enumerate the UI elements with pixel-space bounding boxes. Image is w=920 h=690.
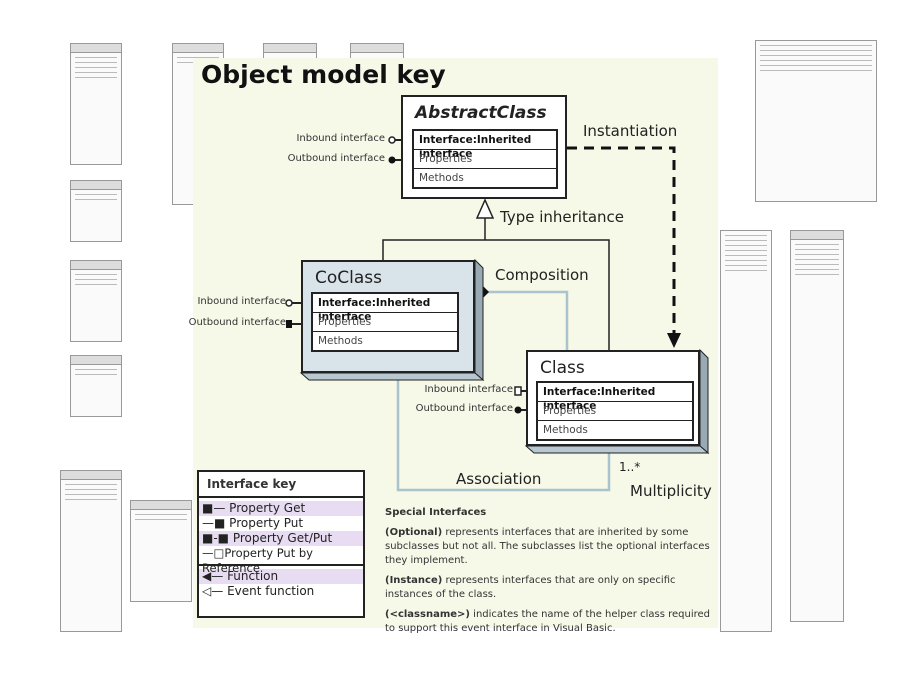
composition-line [487,290,569,350]
multiplicity-value: 1..* [619,460,641,474]
type-inheritance-label: Type inheritance [500,208,625,226]
inbound-interface-label: Inbound interface [296,133,385,144]
key-item-event-function: ◁— Event function [199,584,363,599]
inbound-interface-icon [388,136,396,144]
instance-term: (Instance) [385,575,443,586]
interface-row: Interface:Inherited interface [313,294,457,323]
special-interfaces-notes: Special Interfaces (Optional) represents… [385,506,715,642]
key-item-label: Function [227,569,279,583]
key-item-property-put: —■ Property Put [199,516,363,531]
interface-key-box: Interface key ■— Property Get —■ Propert… [197,470,365,618]
special-interfaces-title: Special Interfaces [385,507,487,518]
interface-row: Interface:Inherited interface [414,131,556,160]
properties-row: Properties [538,402,692,421]
composition-label: Composition [495,266,589,284]
interface-key-title: Interface key [199,472,363,498]
coclass-bevel [474,258,484,382]
outbound-interface-label: Outbound interface [415,403,513,414]
classname-term: (<classname>) [385,609,470,620]
multiplicity-label: Multiplicity [630,482,712,500]
methods-row: Methods [543,424,588,436]
coclass-members: Interface:Inherited interface Properties… [311,292,459,352]
outbound-interface-label: Outbound interface [287,153,385,164]
properties-row: Properties [313,313,457,332]
class-members: Interface:Inherited interface Properties… [536,381,694,441]
key-item-label: Event function [227,584,315,598]
key-item-property-get: ■— Property Get [199,501,363,516]
property-get-put-icon: ■-■ [202,531,230,545]
methods-row: Methods [419,172,464,184]
instance-note: (Instance) represents interfaces that ar… [385,574,715,602]
inbound-interface-label: Inbound interface [197,296,286,307]
outbound-interface-label: Outbound interface [188,317,286,328]
key-item-label: Property Get [229,501,306,515]
object-model-key-panel: Object model key AbstractClass Interface… [189,58,718,634]
property-put-icon: —■ [202,516,226,530]
abstract-class-members: Interface:Inherited interface Properties… [412,129,558,189]
optional-note: (Optional) represents interfaces that ar… [385,526,715,568]
key-item-property-put-by-ref: —□Property Put by Reference [199,546,363,575]
coclass-box: CoClass Interface:Inherited interface Pr… [301,260,475,373]
inheritance-triangle-icon [475,198,495,219]
outbound-interface-icon [388,156,396,164]
event-function-icon: ◁— [202,584,224,598]
abstract-class-box: AbstractClass Interface:Inherited interf… [401,95,567,199]
class-bevel [699,348,709,455]
key-item-function: ◀— Function [199,569,363,584]
property-put-by-ref-icon: —□ [202,546,225,560]
abstract-class-name: AbstractClass [415,103,547,123]
classname-note: (<classname>) indicates the name of the … [385,608,715,636]
coclass-name: CoClass [315,268,382,288]
optional-term: (Optional) [385,527,443,538]
key-item-label: Property Get/Put [232,531,333,545]
class-box: Class Interface:Inherited interface Prop… [526,350,700,446]
class-name: Class [540,358,585,378]
properties-row: Properties [414,150,556,169]
instantiation-label: Instantiation [583,122,678,140]
inbound-interface-label: Inbound interface [424,384,513,395]
function-arrow-icon: ◀— [202,569,224,583]
methods-row: Methods [318,335,363,347]
key-item-property-get-put: ■-■ Property Get/Put [199,531,363,546]
interface-row: Interface:Inherited interface [538,383,692,412]
key-item-label: Property Put [229,516,304,530]
instantiation-arrowhead [667,333,681,348]
association-label: Association [456,470,542,488]
property-get-icon: ■— [202,501,226,515]
